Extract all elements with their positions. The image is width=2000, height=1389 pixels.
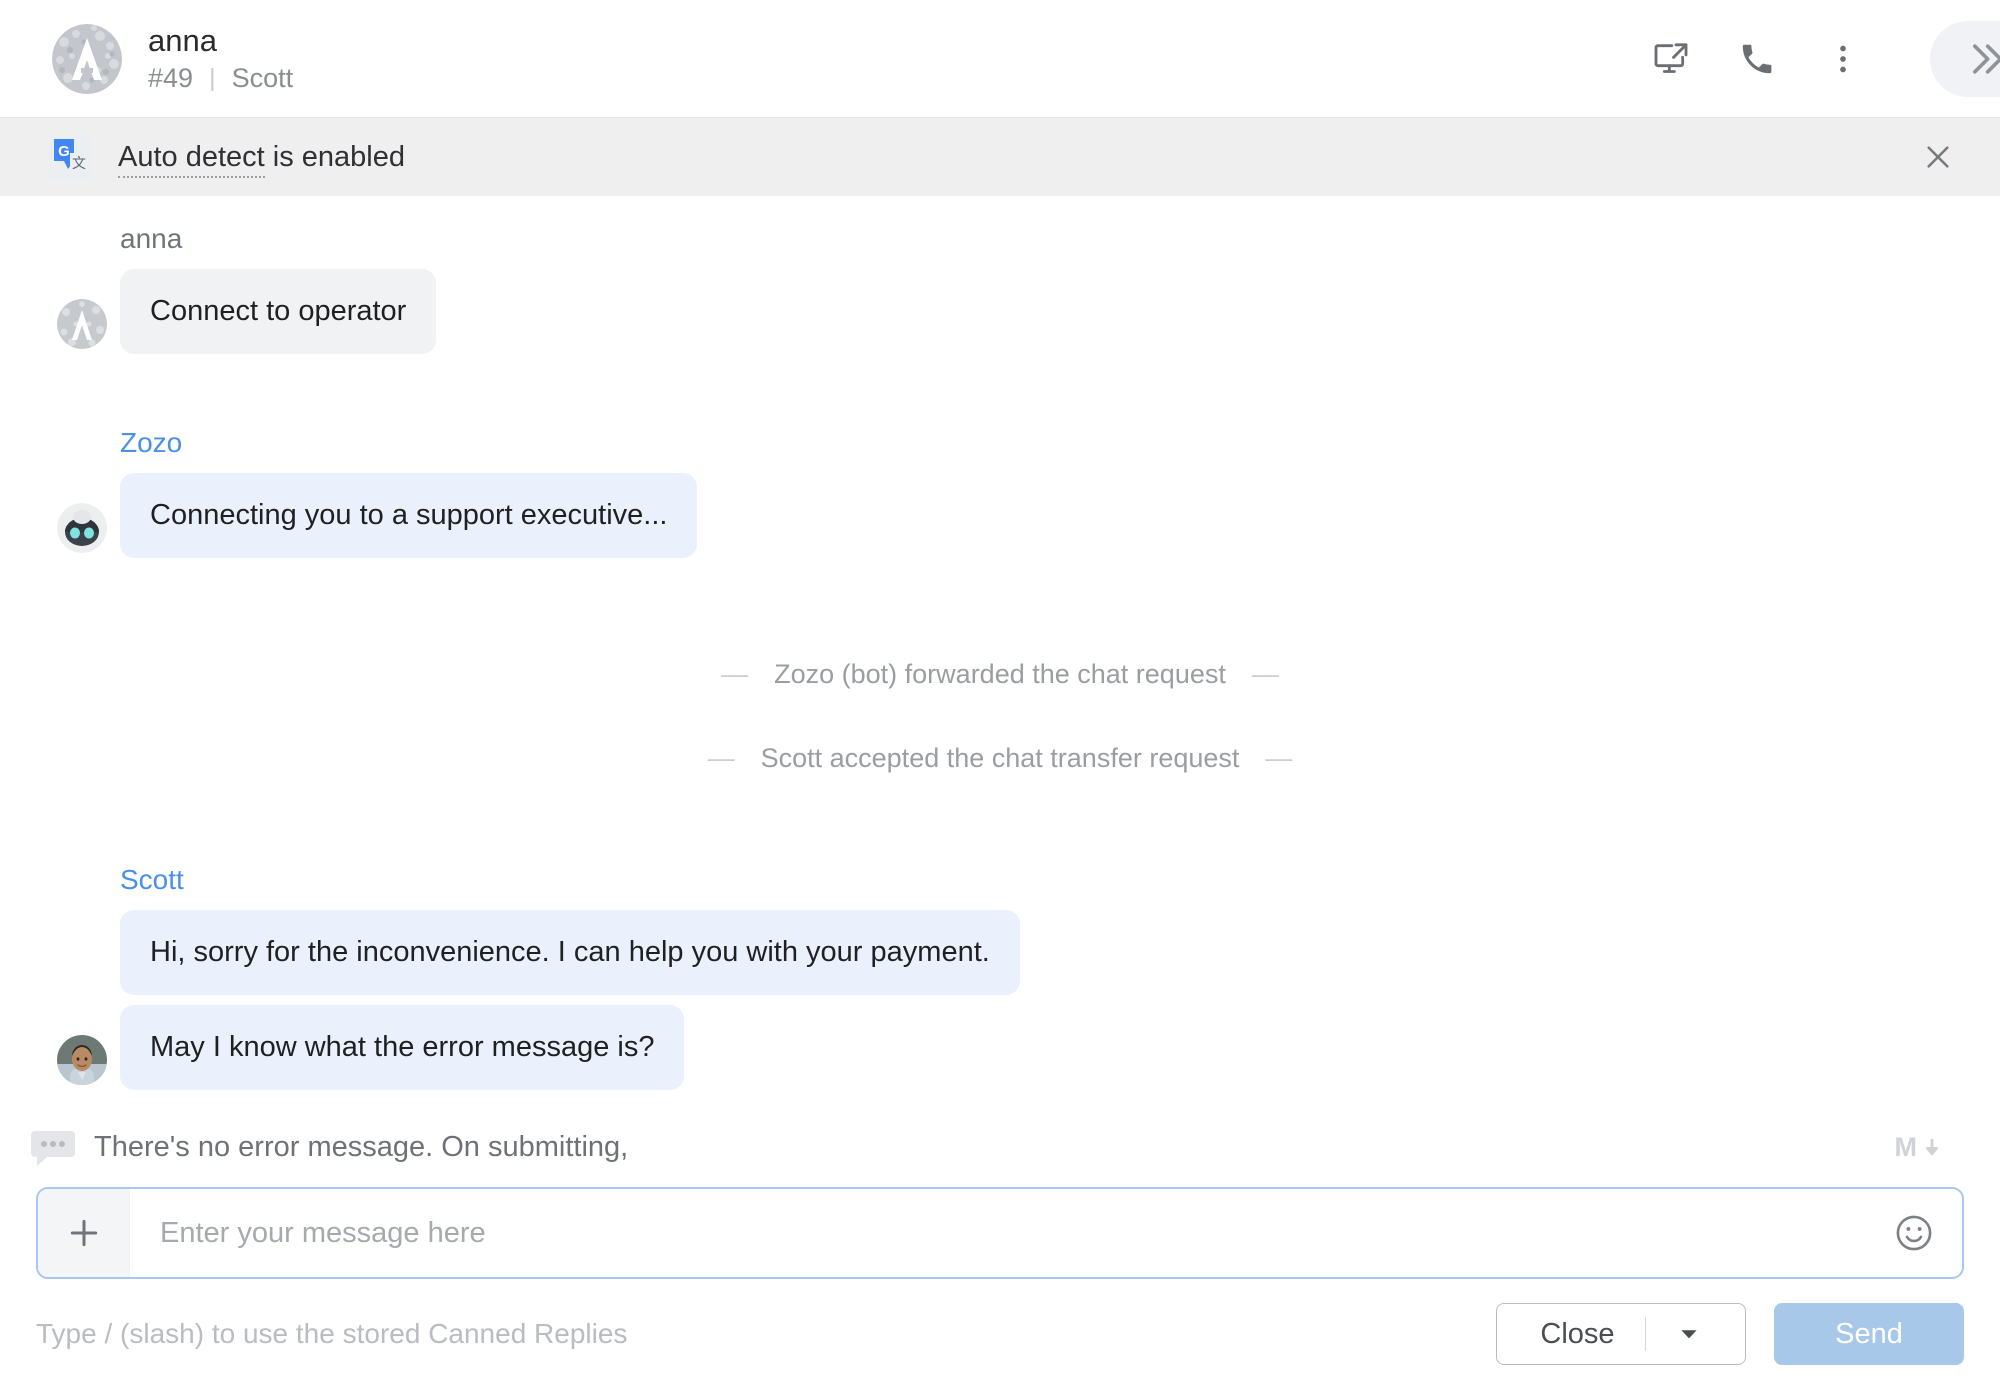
markdown-letter: M <box>1895 1132 1919 1163</box>
sender-name: Scott <box>120 865 1944 896</box>
visitor-name: anna <box>148 24 293 58</box>
visitor-typing-preview: There's no error message. On submitting,… <box>0 1118 2000 1168</box>
spacer <box>0 1100 2000 1118</box>
typing-bubble-icon <box>30 1128 76 1168</box>
message-bubble: Hi, sorry for the inconvenience. I can h… <box>120 910 1020 995</box>
sender-name: anna <box>120 224 1944 255</box>
close-icon[interactable] <box>1918 137 1958 177</box>
message-group-agent: Scott Hi, sorry for the inconvenience. I… <box>0 865 2000 1090</box>
close-chat-button[interactable]: Close <box>1496 1303 1746 1365</box>
message-row: Hi, sorry for the inconvenience. I can h… <box>56 910 1944 995</box>
google-translate-icon: G 文 <box>48 135 92 179</box>
system-event-text: Zozo (bot) forwarded the chat request <box>774 659 1226 689</box>
composer-area <box>0 1175 2000 1279</box>
header-subtitle: #49 | Scott <box>148 64 293 94</box>
system-event-text: Scott accepted the chat transfer request <box>761 743 1240 773</box>
svg-text:G: G <box>58 143 70 160</box>
message-input[interactable] <box>130 1189 1866 1277</box>
message-group-visitor: anna <box>0 224 2000 354</box>
close-button-label: Close <box>1510 1318 1644 1351</box>
divider-dash: — <box>1252 658 1279 690</box>
canned-replies-hint: Type / (slash) to use the stored Canned … <box>36 1317 627 1351</box>
assigned-agent-name: Scott <box>232 64 294 94</box>
identicon-avatar <box>56 298 108 350</box>
divider-dash: — <box>1265 742 1292 774</box>
translate-banner-suffix: is enabled <box>265 141 405 173</box>
phone-call-icon[interactable] <box>1734 36 1780 82</box>
message-group-bot: Zozo Connecting <box>0 428 2000 558</box>
system-event: — Scott accepted the chat transfer reques… <box>0 716 2000 800</box>
robot-avatar <box>56 502 108 554</box>
system-event: — Zozo (bot) forwarded the chat request — <box>0 632 2000 716</box>
chat-window: anna #49 | Scott <box>0 0 2000 1389</box>
message-bubble: May I know what the error message is? <box>120 1005 684 1090</box>
message-bubble: Connect to operator <box>120 269 436 354</box>
message-row: Connect to operator <box>56 269 1944 354</box>
visitor-avatar <box>50 22 124 96</box>
sender-name: Zozo <box>120 428 1944 459</box>
translate-banner-text: Auto detect is enabled <box>118 141 405 174</box>
auto-detect-link[interactable]: Auto detect <box>118 141 265 178</box>
attach-plus-icon[interactable] <box>38 1189 130 1277</box>
spacer <box>0 801 2000 865</box>
message-bubble: Connecting you to a support executive... <box>120 473 697 558</box>
svg-text:文: 文 <box>72 155 86 171</box>
arrow-down-icon <box>1920 1136 1944 1160</box>
spacer <box>0 568 2000 632</box>
chevron-down-icon[interactable] <box>1646 1321 1732 1347</box>
header-actions <box>1648 21 2000 97</box>
screen-share-icon[interactable] <box>1648 36 1694 82</box>
chat-header: anna #49 | Scott <box>0 0 2000 118</box>
message-list[interactable]: anna <box>0 196 2000 1175</box>
message-row: May I know what the error message is? <box>56 1005 1944 1090</box>
footer-actions: Close Send <box>1496 1303 1964 1365</box>
markdown-indicator[interactable]: M <box>1895 1132 1945 1163</box>
composer-footer: Type / (slash) to use the stored Canned … <box>0 1279 2000 1389</box>
expand-panel-button[interactable] <box>1930 21 2000 97</box>
message-composer[interactable] <box>36 1187 1964 1279</box>
subtitle-separator: | <box>209 65 216 93</box>
send-button[interactable]: Send <box>1774 1303 1964 1365</box>
header-title-block: anna #49 | Scott <box>148 24 293 94</box>
spacer <box>0 364 2000 428</box>
typing-preview-text: There's no error message. On submitting, <box>94 1130 628 1165</box>
emoji-smiley-icon[interactable] <box>1866 1189 1962 1277</box>
chat-id: #49 <box>148 64 193 94</box>
message-row: Connecting you to a support executive... <box>56 473 1944 558</box>
divider-dash: — <box>721 658 748 690</box>
divider-dash: — <box>708 742 735 774</box>
auto-translate-banner: G 文 Auto detect is enabled <box>0 118 2000 196</box>
agent-photo-avatar <box>56 1034 108 1086</box>
more-options-icon[interactable] <box>1820 36 1866 82</box>
